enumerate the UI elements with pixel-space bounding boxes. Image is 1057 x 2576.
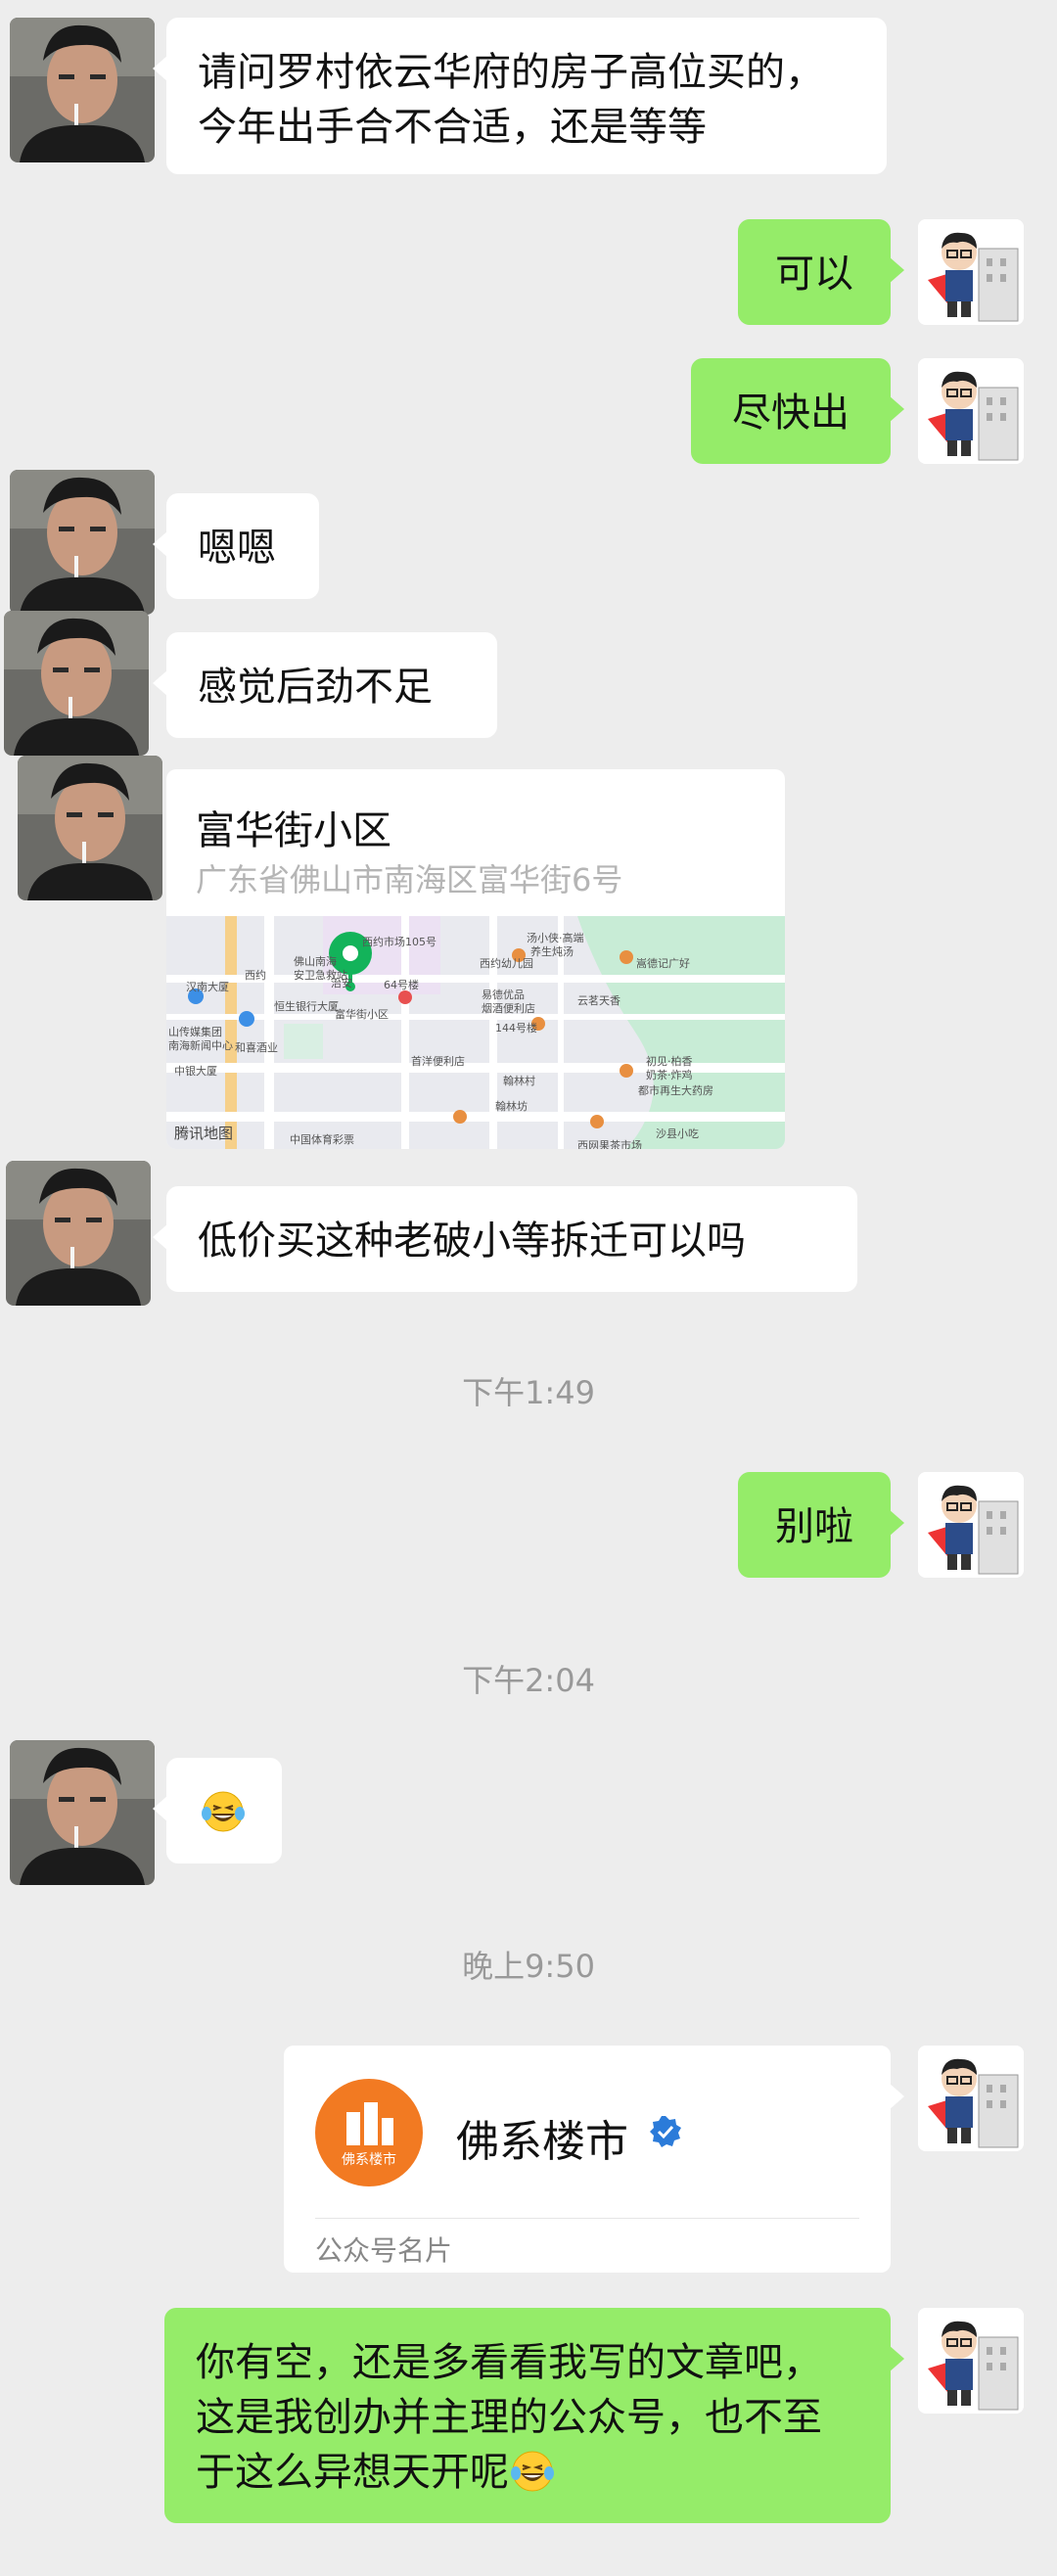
self-avatar-image xyxy=(918,2308,1024,2414)
location-name: 富华街小区 xyxy=(196,808,391,853)
location-card[interactable]: 富华街小区 广东省佛山市南海区富华街6号 西约市场105号 汤小侠·高端 养生炖… xyxy=(166,769,785,1149)
message-bubble[interactable]: 低价买这种老破小等拆迁可以吗 xyxy=(153,1186,857,1292)
account-logo-text: 佛系楼市 xyxy=(342,2152,396,2168)
map-label: 都市再生大药房 xyxy=(638,1084,713,1097)
account-logo: 佛系楼市 xyxy=(315,2079,423,2186)
verified-badge-icon xyxy=(650,2116,681,2147)
map-label: 沙县小吃 xyxy=(656,1127,699,1140)
message-bubble[interactable] xyxy=(153,1758,282,1863)
avatar-contact[interactable] xyxy=(10,18,155,162)
self-avatar-image xyxy=(918,358,1024,464)
map-label: 西约市场105号 xyxy=(362,936,437,948)
message-text: 别啦 xyxy=(775,1504,853,1549)
map-label: 汉南大厦 xyxy=(186,981,229,993)
contact-avatar-image xyxy=(10,1740,155,1885)
message-text: 感觉后劲不足 xyxy=(198,665,433,710)
message-bubble[interactable]: 嗯嗯 xyxy=(153,493,319,599)
map-label: 144号楼 xyxy=(495,1022,537,1035)
avatar-contact[interactable] xyxy=(18,756,162,900)
contact-avatar-image xyxy=(10,470,155,615)
map-label: 治安 xyxy=(331,977,352,989)
map-label: 奶茶·炸鸡 xyxy=(646,1069,693,1081)
map-label: 南海新闻中心 xyxy=(168,1039,233,1052)
map-image xyxy=(166,916,785,1149)
map-label: 西网果茶市场 xyxy=(577,1139,642,1149)
map-label: 烟酒便利店 xyxy=(482,1002,535,1015)
map-label: 恒生银行大厦 xyxy=(274,1000,339,1013)
self-avatar-image xyxy=(918,1472,1024,1578)
avatar-contact[interactable] xyxy=(10,470,155,615)
card-type-label: 公众号名片 xyxy=(315,2234,453,2267)
message-bubble[interactable]: 尽快出 xyxy=(691,358,904,464)
contact-avatar-image xyxy=(4,611,149,756)
message-bubble[interactable]: 别啦 xyxy=(738,1472,904,1578)
map-label: 养生炖汤 xyxy=(530,945,574,958)
avatar-self[interactable] xyxy=(918,2308,1024,2414)
avatar-self[interactable] xyxy=(918,2046,1024,2151)
map-label: 云茗天香 xyxy=(577,994,620,1007)
avatar-contact[interactable] xyxy=(10,1740,155,1885)
map-label: 西约 xyxy=(245,969,266,982)
map-label: 翰林坊 xyxy=(495,1100,528,1113)
map-label: 64号楼 xyxy=(384,979,419,991)
avatar-self[interactable] xyxy=(918,1472,1024,1578)
map-label: 中银大厦 xyxy=(174,1065,217,1078)
contact-avatar-image xyxy=(6,1161,151,1306)
account-name: 佛系楼市 xyxy=(456,2117,628,2167)
map-label: 首洋便利店 xyxy=(411,1055,465,1068)
message-text: 尽快出 xyxy=(732,391,850,436)
map-label: 中国体育彩票 xyxy=(290,1133,354,1146)
laughing-tears-emoji-icon xyxy=(511,2451,554,2492)
contact-avatar-image xyxy=(10,18,155,162)
message-text: 低价买这种老破小等拆迁可以吗 xyxy=(198,1219,746,1264)
official-account-card[interactable]: 佛系楼市 佛系楼市 公众号名片 xyxy=(284,2046,904,2273)
self-avatar-image xyxy=(918,2046,1024,2151)
message-bubble[interactable]: 可以 xyxy=(738,219,904,325)
location-map[interactable]: 西约市场105号 汤小侠·高端 养生炖汤 西约幼儿园 64号楼 嵩德记广好 佛山… xyxy=(166,916,785,1149)
message-text: 嗯嗯 xyxy=(198,526,276,571)
laughing-tears-emoji-icon xyxy=(202,1791,245,1832)
avatar-contact[interactable] xyxy=(6,1161,151,1306)
contact-avatar-image xyxy=(18,756,162,900)
avatar-contact[interactable] xyxy=(4,611,149,756)
map-label: 嵩德记广好 xyxy=(636,957,690,970)
map-brand: 腾讯地图 xyxy=(174,1125,234,1142)
card-divider xyxy=(315,2218,859,2219)
timestamp: 下午1:49 xyxy=(462,1374,595,1411)
message-text: 请问罗村依云华府的房子高位买的，今年出手合不合适，还是等等 xyxy=(198,50,824,150)
self-avatar-image xyxy=(918,219,1024,325)
timestamp: 晚上9:50 xyxy=(462,1948,595,1985)
message-bubble[interactable]: 感觉后劲不足 xyxy=(153,632,497,738)
building-logo-icon xyxy=(346,2102,393,2145)
location-address: 广东省佛山市南海区富华街6号 xyxy=(196,861,623,898)
map-label: 富华街小区 xyxy=(335,1008,389,1021)
avatar-self[interactable] xyxy=(918,219,1024,325)
timestamp: 下午2:04 xyxy=(462,1662,595,1699)
map-label: 翰林村 xyxy=(503,1075,535,1087)
message-bubble[interactable]: 你有空，还是多看看我写的文章吧，这是我创办并主理的公众号，也不至于这么异想天开呢 xyxy=(164,2308,904,2523)
avatar-self[interactable] xyxy=(918,358,1024,464)
message-text: 可以 xyxy=(775,252,853,297)
map-label: 和喜酒业 xyxy=(235,1041,278,1054)
message-bubble[interactable]: 请问罗村依云华府的房子高位买的，今年出手合不合适，还是等等 xyxy=(153,18,887,174)
map-label: 西约幼儿园 xyxy=(480,957,533,970)
